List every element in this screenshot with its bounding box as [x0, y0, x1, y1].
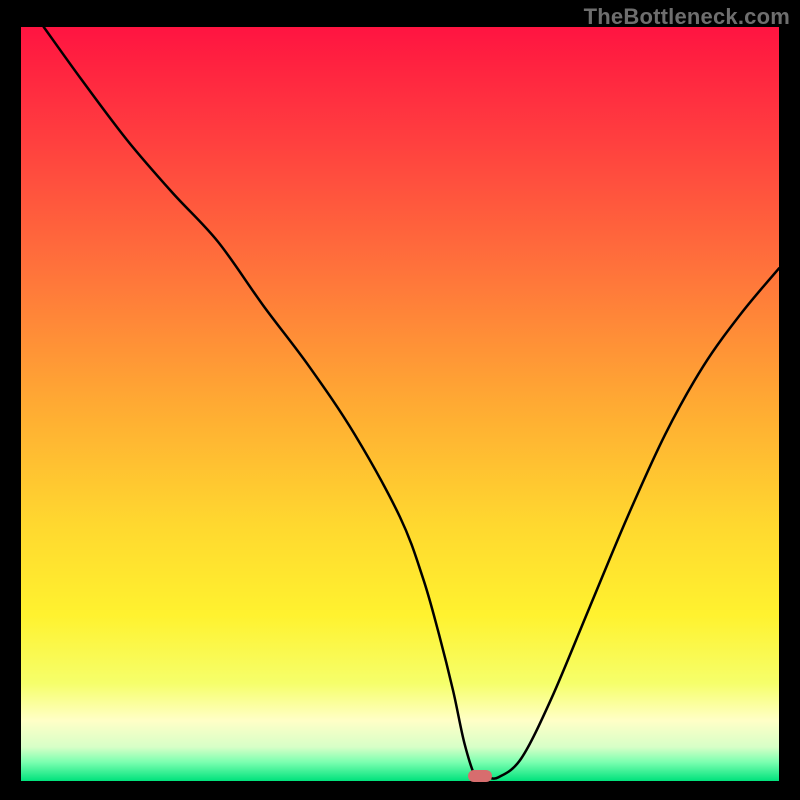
bottleneck-chart: [21, 27, 779, 781]
optimal-point-marker: [468, 770, 492, 782]
watermark-text: TheBottleneck.com: [584, 4, 790, 30]
chart-frame: TheBottleneck.com: [0, 0, 800, 800]
gradient-background: [21, 27, 779, 781]
